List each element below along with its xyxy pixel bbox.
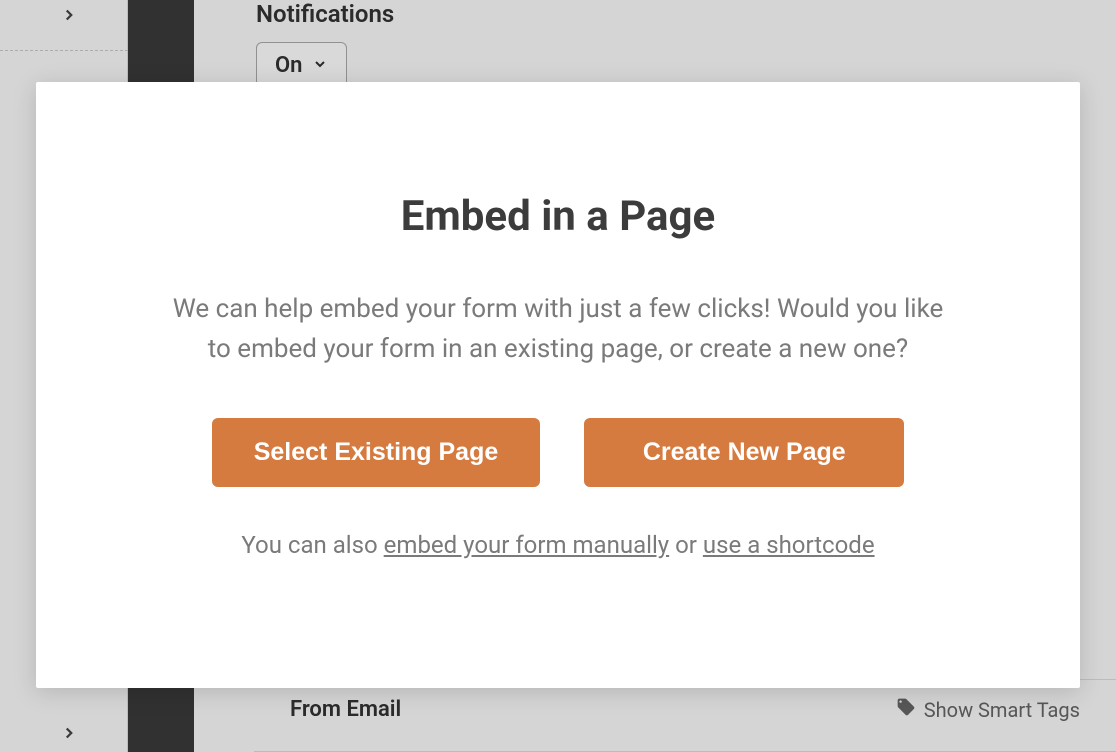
- embed-manually-link[interactable]: embed your form manually: [384, 531, 669, 559]
- embed-modal: Embed in a Page We can help embed your f…: [36, 82, 1080, 688]
- smart-tags-label: Show Smart Tags: [924, 698, 1080, 722]
- footer-prefix: You can also: [241, 531, 383, 559]
- show-smart-tags-link[interactable]: Show Smart Tags: [896, 697, 1080, 722]
- from-email-label: From Email: [290, 697, 401, 722]
- tag-icon: [896, 697, 916, 722]
- create-new-page-button[interactable]: Create New Page: [584, 418, 904, 487]
- divider: [0, 50, 128, 51]
- chevron-down-icon: [312, 53, 328, 78]
- dropdown-value: On: [275, 53, 302, 78]
- footer-middle: or: [669, 531, 703, 559]
- use-shortcode-link[interactable]: use a shortcode: [703, 531, 875, 559]
- modal-title: Embed in a Page: [401, 192, 715, 241]
- select-existing-page-button[interactable]: Select Existing Page: [212, 418, 541, 487]
- modal-footer-text: You can also embed your form manually or…: [241, 531, 874, 559]
- modal-description: We can help embed your form with just a …: [168, 289, 948, 370]
- modal-button-row: Select Existing Page Create New Page: [212, 418, 905, 487]
- chevron-right-icon: [60, 6, 78, 28]
- chevron-right-icon: [60, 724, 78, 746]
- notifications-heading: Notifications: [256, 0, 394, 28]
